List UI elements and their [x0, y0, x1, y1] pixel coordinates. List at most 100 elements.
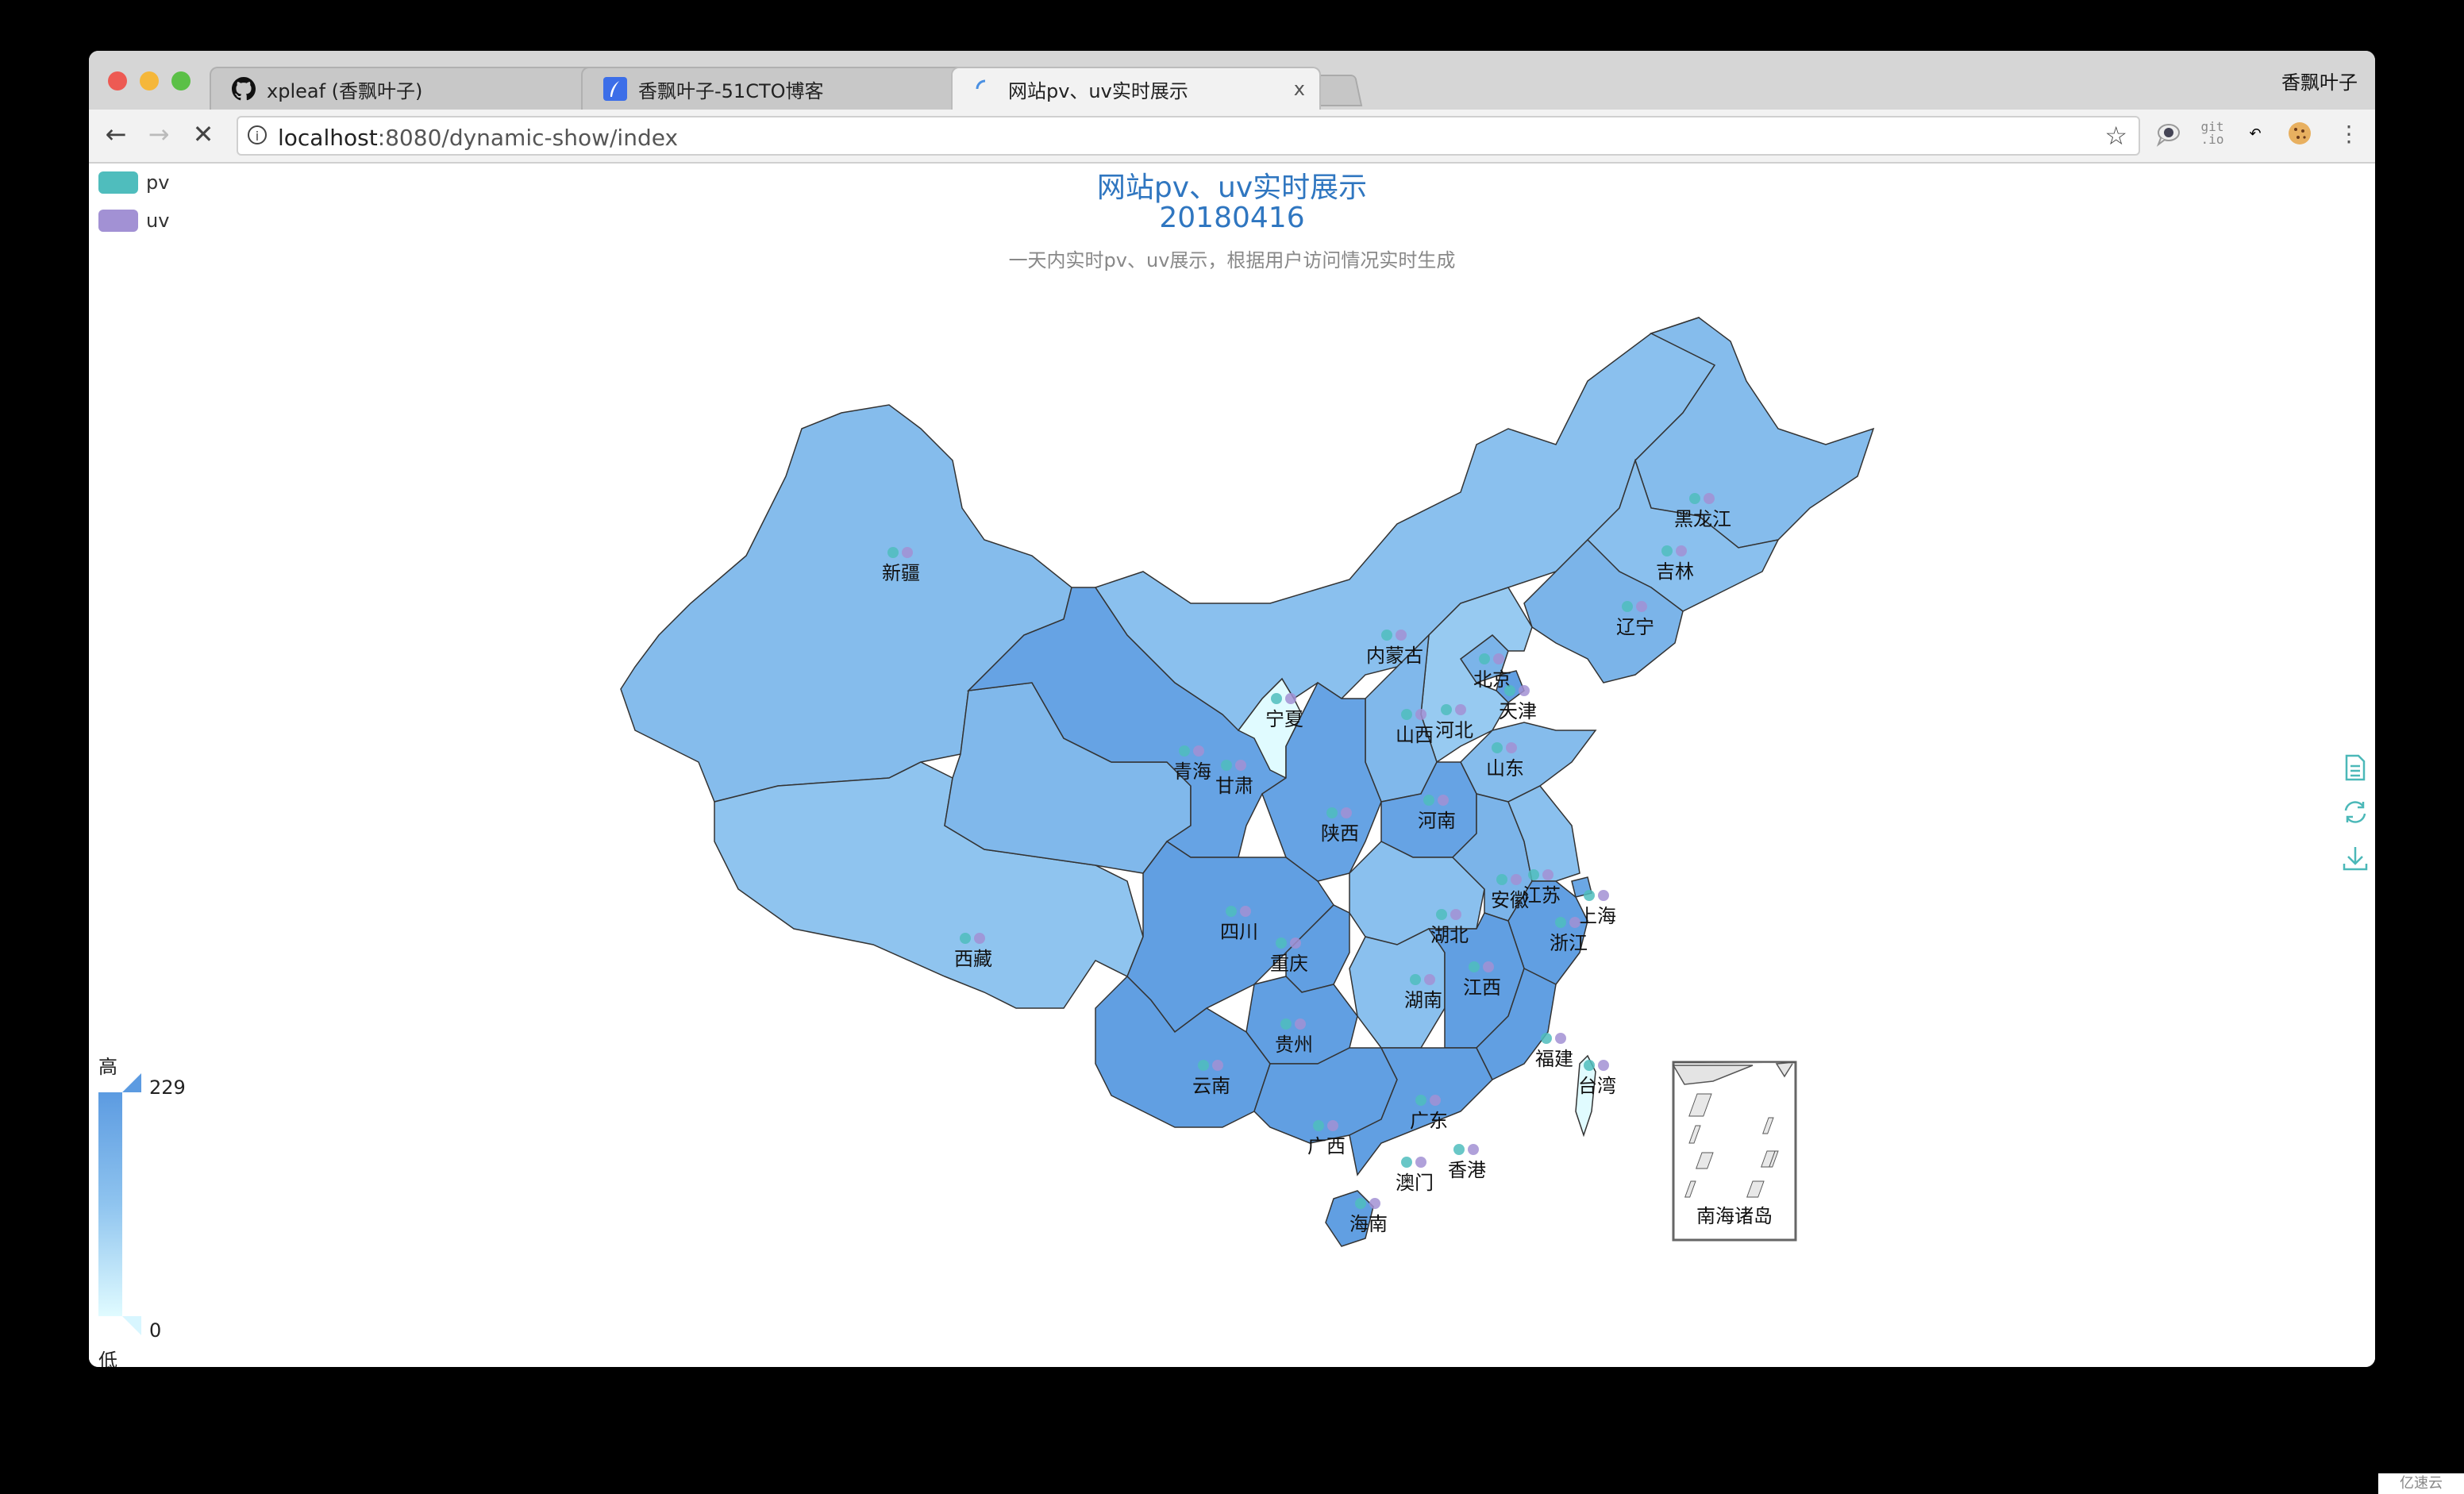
pv-marker[interactable]: [1198, 1060, 1209, 1071]
pv-marker[interactable]: [1436, 909, 1447, 920]
uv-marker[interactable]: [1455, 704, 1466, 715]
region-湖南[interactable]: [1349, 928, 1446, 1049]
pv-marker[interactable]: [1179, 745, 1190, 757]
git-io-icon[interactable]: git .io: [2199, 121, 2226, 148]
tab-label: 网站pv、uv实时展示: [1008, 79, 1188, 102]
visual-map-gradient[interactable]: [98, 1092, 122, 1316]
address-bar[interactable]: i localhost:8080/dynamic-show/index ☆: [237, 116, 2140, 156]
pv-marker[interactable]: [1584, 890, 1595, 901]
uv-marker[interactable]: [1676, 545, 1687, 556]
pv-marker[interactable]: [1313, 1120, 1324, 1131]
pv-marker[interactable]: [1555, 917, 1566, 928]
pv-marker[interactable]: [1401, 1157, 1412, 1168]
uv-marker[interactable]: [1450, 909, 1461, 920]
pv-marker[interactable]: [1661, 545, 1673, 556]
region-label: 湖北: [1430, 924, 1469, 946]
region-label: 河北: [1435, 719, 1473, 741]
pv-marker[interactable]: [1355, 1198, 1366, 1209]
uv-marker[interactable]: [1468, 1144, 1479, 1155]
uv-marker[interactable]: [1598, 890, 1609, 901]
pv-marker[interactable]: [1504, 685, 1515, 696]
uv-marker[interactable]: [1493, 653, 1504, 664]
data-view-icon[interactable]: [2342, 754, 2369, 781]
tab-pv-uv[interactable]: 网站pv、uv实时展示 x: [951, 67, 1321, 110]
uv-marker[interactable]: [1193, 745, 1204, 757]
visual-map-handle-bottom[interactable]: [122, 1316, 141, 1335]
uv-marker[interactable]: [1369, 1198, 1380, 1209]
pv-marker[interactable]: [1271, 693, 1282, 704]
uv-marker[interactable]: [1290, 938, 1301, 949]
pv-marker[interactable]: [1280, 1018, 1292, 1030]
stop-loading-button[interactable]: ✕: [187, 119, 219, 149]
site-info-icon[interactable]: i: [248, 125, 267, 144]
pv-marker[interactable]: [1415, 1095, 1426, 1106]
uv-marker[interactable]: [1235, 760, 1246, 771]
uv-marker[interactable]: [1511, 874, 1522, 885]
pv-marker[interactable]: [1423, 795, 1434, 806]
visual-map-handle-top[interactable]: [122, 1073, 141, 1092]
uv-marker[interactable]: [1483, 961, 1494, 972]
pv-marker[interactable]: [1492, 742, 1503, 753]
pv-marker[interactable]: [1441, 704, 1452, 715]
pv-marker[interactable]: [1541, 1033, 1552, 1044]
pv-marker[interactable]: [1584, 1060, 1595, 1071]
bookmark-star-icon[interactable]: ☆: [2104, 121, 2127, 151]
uv-marker[interactable]: [902, 547, 913, 558]
uv-marker[interactable]: [1341, 807, 1352, 818]
pv-marker[interactable]: [1528, 869, 1539, 880]
menu-kebab-icon[interactable]: ⋮: [2335, 121, 2362, 148]
uv-marker[interactable]: [1506, 742, 1517, 753]
close-window-button[interactable]: [108, 71, 127, 90]
pv-marker[interactable]: [1221, 760, 1232, 771]
pv-marker[interactable]: [1381, 630, 1392, 641]
region-label: 四川: [1220, 921, 1258, 943]
region-label: 甘肃: [1215, 775, 1253, 797]
url-text[interactable]: localhost:8080/dynamic-show/index: [278, 125, 678, 151]
uv-marker[interactable]: [1704, 493, 1715, 504]
uv-marker[interactable]: [1424, 974, 1435, 985]
uv-marker[interactable]: [1327, 1120, 1338, 1131]
uv-marker[interactable]: [1438, 795, 1449, 806]
cookie-icon[interactable]: [2286, 121, 2313, 148]
region-label: 宁夏: [1265, 708, 1303, 730]
uv-marker[interactable]: [1415, 1157, 1426, 1168]
pv-marker[interactable]: [1410, 974, 1421, 985]
uv-marker[interactable]: [1430, 1095, 1441, 1106]
back-button[interactable]: ←: [100, 119, 132, 149]
uv-marker[interactable]: [1598, 1060, 1609, 1071]
uv-marker[interactable]: [1285, 693, 1296, 704]
pv-marker[interactable]: [1276, 938, 1287, 949]
forward-button[interactable]: →: [143, 119, 175, 149]
feather-icon: [603, 77, 627, 101]
speech-bubble-icon[interactable]: [2154, 121, 2181, 148]
pv-marker[interactable]: [1401, 709, 1412, 720]
uv-marker[interactable]: [1555, 1033, 1566, 1044]
uv-marker[interactable]: [1212, 1060, 1223, 1071]
pv-marker[interactable]: [1496, 874, 1507, 885]
pv-marker[interactable]: [887, 547, 899, 558]
uv-marker[interactable]: [1295, 1018, 1306, 1030]
uv-marker[interactable]: [1519, 685, 1530, 696]
pv-marker[interactable]: [1689, 493, 1700, 504]
pv-marker[interactable]: [1622, 601, 1633, 612]
uv-marker[interactable]: [974, 933, 985, 944]
restore-icon[interactable]: [2342, 799, 2369, 826]
pv-marker[interactable]: [1469, 961, 1480, 972]
uv-marker[interactable]: [1636, 601, 1647, 612]
pv-marker[interactable]: [960, 933, 971, 944]
uv-marker[interactable]: [1396, 630, 1407, 641]
uv-marker[interactable]: [1415, 709, 1426, 720]
profile-name[interactable]: 香飘叶子: [2281, 67, 2358, 94]
uv-marker[interactable]: [1569, 917, 1580, 928]
translate-icon[interactable]: ↶: [2242, 121, 2269, 148]
close-tab-icon[interactable]: x: [1294, 78, 1305, 100]
maximize-window-button[interactable]: [171, 71, 191, 90]
pv-marker[interactable]: [1226, 906, 1237, 917]
save-image-icon[interactable]: [2342, 845, 2369, 872]
pv-marker[interactable]: [1479, 653, 1490, 664]
uv-marker[interactable]: [1542, 869, 1553, 880]
minimize-window-button[interactable]: [140, 71, 159, 90]
pv-marker[interactable]: [1453, 1144, 1465, 1155]
pv-marker[interactable]: [1326, 807, 1338, 818]
uv-marker[interactable]: [1240, 906, 1251, 917]
